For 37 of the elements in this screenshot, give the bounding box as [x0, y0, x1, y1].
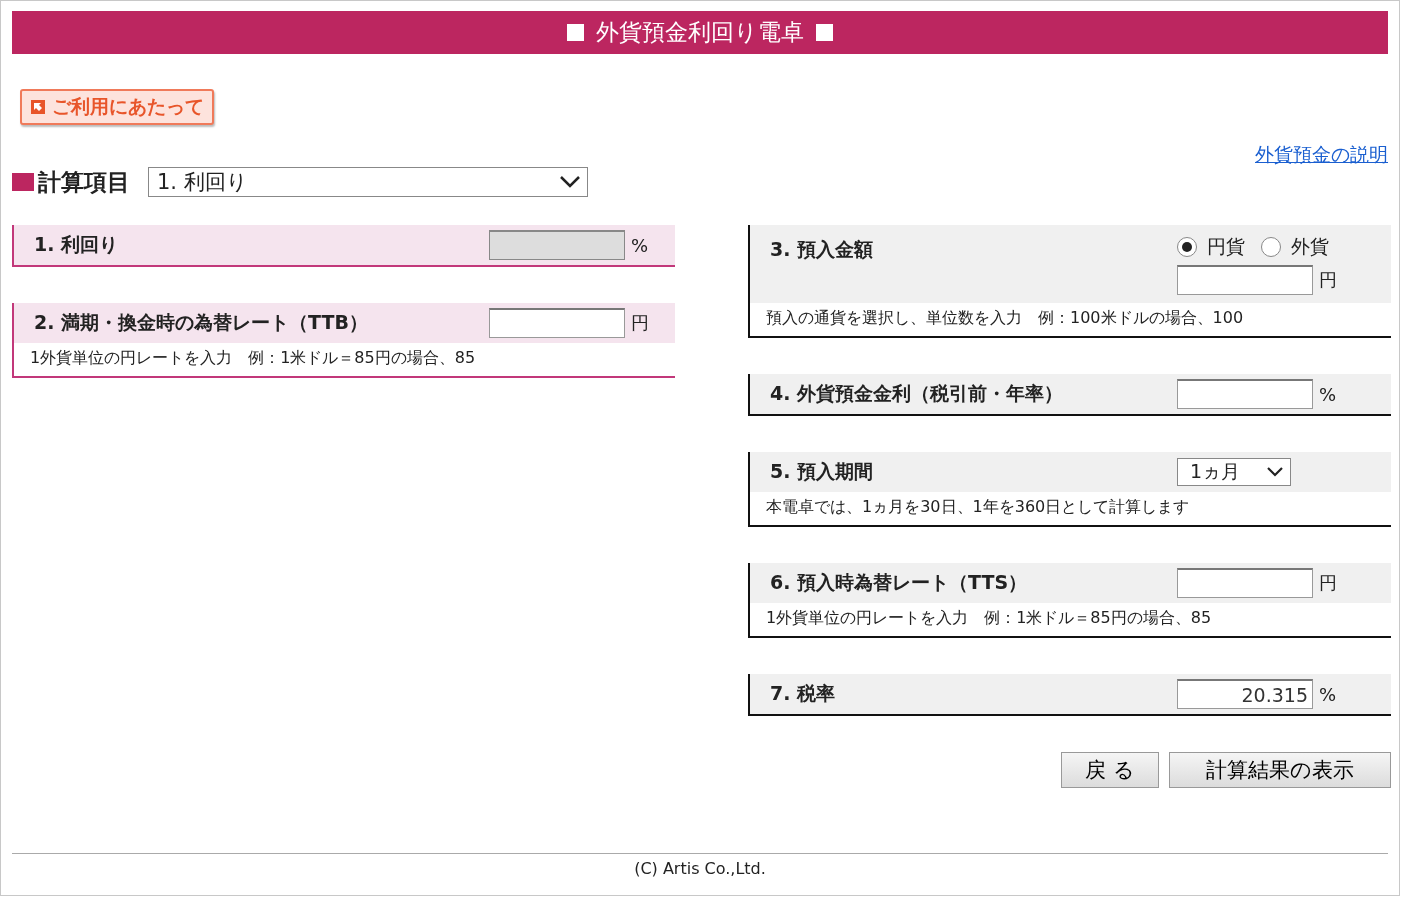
form-button[interactable]: 戻 る: [1061, 752, 1159, 788]
copyright-text: (C) Artis Co.,Ltd.: [12, 853, 1388, 878]
field-label: 2. 満期・換金時の為替レート（TTB）: [34, 310, 368, 335]
unit-label: %: [1319, 683, 1337, 705]
input-field[interactable]: [1177, 568, 1313, 598]
help-link[interactable]: 外貨預金の説明: [1255, 142, 1388, 166]
square-icon: [12, 173, 34, 191]
field-label: 6. 預入時為替レート（TTS）: [770, 570, 1028, 595]
currency-radio[interactable]: 円貨: [1177, 234, 1245, 260]
chevron-down-icon: [559, 175, 581, 189]
field-label: 1. 利回り: [34, 232, 119, 257]
unit-label: 円: [1319, 268, 1337, 292]
calc-item-label: 計算項目: [38, 167, 130, 197]
hint-text: 預入の通貨を選択し、単位数を入力 例：100米ドルの場合、100: [765, 307, 1245, 329]
hint-text: 1外貨単位の円レートを入力 例：1米ドル＝85円の場合、85: [765, 607, 1213, 629]
field-label: 4. 外貨預金金利（税引前・年率）: [770, 381, 1064, 406]
square-icon: [567, 24, 584, 41]
unit-label: 円: [1319, 571, 1337, 595]
input-field[interactable]: [1177, 379, 1313, 409]
unit-label: %: [631, 234, 649, 256]
hint-text: 本電卓では、1ヵ月を30日、1年を360日として計算します: [765, 496, 1191, 518]
input-field[interactable]: [1177, 265, 1313, 295]
input-field[interactable]: [489, 308, 625, 338]
hint-text: 1外貨単位の円レートを入力 例：1米ドル＝85円の場合、85: [29, 347, 477, 369]
field-label: 3. 預入金額: [770, 237, 874, 262]
page-title: 外貨預金利回り電卓: [596, 18, 804, 47]
square-icon: [816, 24, 833, 41]
field-label: 7. 税率: [770, 681, 836, 706]
unit-label: 円: [631, 311, 649, 335]
chevron-down-icon: [1266, 466, 1284, 478]
unit-label: %: [1319, 383, 1337, 405]
period-select[interactable]: 1ヵ月: [1177, 458, 1291, 486]
calc-item-select[interactable]: 1. 利回り: [148, 167, 588, 197]
input-field[interactable]: 20.315: [1177, 679, 1313, 709]
currency-radio[interactable]: 外貨: [1261, 234, 1329, 260]
form-button[interactable]: 計算結果の表示: [1169, 752, 1391, 788]
field-label: 5. 預入期間: [770, 459, 874, 484]
